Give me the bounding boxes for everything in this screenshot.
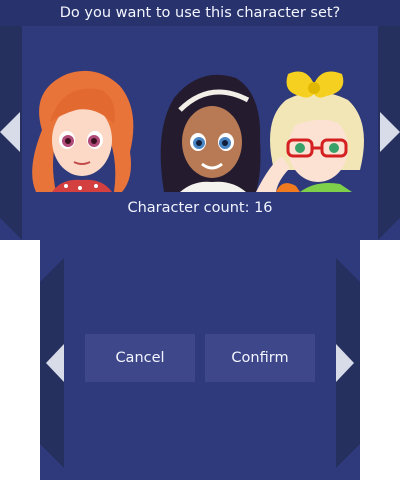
portrait-blonde-bow-glasses: [256, 60, 376, 195]
bottom-screen: Cancel Confirm: [40, 240, 360, 480]
top-screen: Do you want to use this character set? C…: [0, 0, 400, 240]
dialog-question: Do you want to use this character set?: [0, 0, 400, 26]
confirm-button[interactable]: Confirm: [205, 334, 315, 382]
bottom-left-arrow-icon[interactable]: [46, 344, 64, 382]
previous-set-arrow-icon[interactable]: [0, 112, 20, 152]
character-count: Character count: 16: [127, 200, 273, 216]
portrait-dark-hair-headband: [150, 60, 270, 195]
bottom-right-arrow-icon[interactable]: [336, 344, 354, 382]
cancel-button[interactable]: Cancel: [85, 334, 195, 382]
portrait-orange-hair: [22, 60, 142, 195]
next-set-arrow-icon[interactable]: [380, 112, 400, 152]
character-portraits: [22, 60, 378, 195]
